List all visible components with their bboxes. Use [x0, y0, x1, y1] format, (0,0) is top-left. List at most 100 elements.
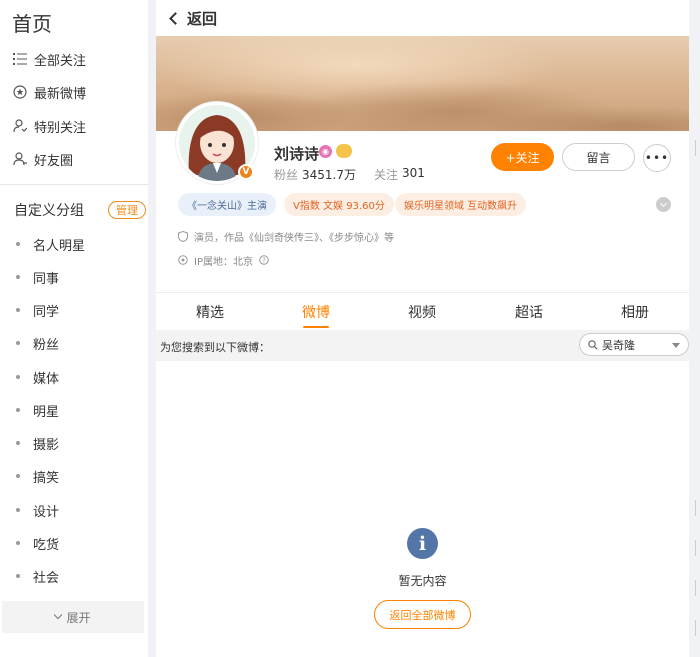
group-item[interactable]: 粉丝 [16, 333, 59, 353]
edge-mark [695, 140, 700, 156]
following-label: 关注 [374, 168, 399, 182]
chevron-down-icon [659, 199, 668, 207]
verified-badge: V [238, 164, 254, 180]
member-icon: ◉ [319, 145, 332, 158]
home-title[interactable]: 首页 [12, 8, 52, 37]
location-icon [178, 255, 188, 265]
group-item[interactable]: 社会 [16, 566, 59, 586]
edge-mark [695, 500, 700, 516]
bullet-dot [16, 441, 20, 445]
chevron-down-icon [54, 610, 63, 620]
tabs-divider [156, 292, 689, 293]
bullet-dot [16, 541, 20, 545]
follow-button[interactable]: +关注 [491, 143, 554, 171]
back-label: 返回 [187, 10, 218, 28]
list-icon [12, 51, 28, 67]
dropdown-arrow-icon[interactable] [672, 343, 680, 348]
followers-label: 粉丝 [274, 168, 299, 182]
bullet-dot [16, 408, 20, 412]
back-button[interactable]: 返回 [168, 8, 217, 29]
edge-mark [695, 580, 700, 596]
tab-videos[interactable]: 视频 [392, 302, 452, 322]
followers-count[interactable]: 3451.7万 [302, 166, 356, 183]
intro-line: 演员，作品《仙剑奇侠传三》、《步步惊心》等 [178, 228, 394, 244]
active-tab-indicator [303, 326, 329, 328]
empty-message: 暂无内容 [398, 574, 447, 588]
group-item[interactable]: 明星 [16, 400, 59, 420]
chevron-left-icon [169, 12, 182, 25]
nav-label: 全部关注 [34, 53, 87, 69]
bullet-dot [16, 375, 20, 379]
ip-location: IP属地：北京 [194, 256, 253, 268]
bullet-dot [16, 242, 20, 246]
group-item[interactable]: 同学 [16, 300, 59, 320]
shield-icon [178, 230, 188, 242]
group-label: 搞笑 [33, 470, 60, 486]
search-input[interactable]: 吴奇隆 [579, 333, 689, 356]
expand-label: 展开 [66, 610, 91, 625]
ip-line: IP属地：北京 ? [178, 252, 269, 268]
profile-stats: 粉丝 3451.7万 关注 301 [274, 166, 439, 183]
manage-groups-button[interactable]: 管理 [108, 201, 146, 219]
bullet-dot [16, 574, 20, 578]
profile-intro: 演员，作品《仙剑奇侠传三》、《步步惊心》等 [194, 232, 394, 244]
group-label: 名人明星 [33, 238, 86, 254]
sidebar: 首页 全部关注 最新微博 特别关注 好友圈 自定义分组 管理 名人明星 同事 同… [0, 0, 148, 657]
bullet-dot [16, 308, 20, 312]
group-label: 媒体 [33, 371, 60, 387]
nav-item-latest[interactable]: 最新微博 [12, 81, 86, 103]
profile-tag[interactable]: V指数 文娱 93.60分 [284, 193, 394, 216]
user-heart-icon [12, 118, 28, 134]
nav-item-all-following[interactable]: 全部关注 [12, 48, 86, 70]
profile-panel: 返回 V 刘诗诗 ◉ 粉丝 3451.7万 关注 301 +关注 留言 ••• … [156, 0, 689, 657]
group-label: 同事 [33, 271, 60, 287]
group-item[interactable]: 媒体 [16, 367, 59, 387]
search-icon [588, 339, 598, 350]
bullet-dot [16, 275, 20, 279]
expand-groups-button[interactable]: 展开 [2, 601, 144, 633]
expand-info-button[interactable] [656, 197, 671, 212]
group-label: 明星 [33, 404, 60, 420]
search-value: 吴奇隆 [602, 338, 635, 352]
nav-label: 最新微博 [34, 86, 87, 102]
back-to-all-weibo-button[interactable]: 返回全部微博 [374, 600, 471, 629]
bullet-dot [16, 341, 20, 345]
group-item[interactable]: 摄影 [16, 433, 59, 453]
group-item[interactable]: 吃货 [16, 533, 59, 553]
tab-album[interactable]: 相册 [605, 302, 665, 322]
group-item[interactable]: 同事 [16, 267, 59, 287]
more-options-button[interactable]: ••• [643, 144, 671, 172]
group-item[interactable]: 设计 [16, 500, 59, 520]
right-edge-strip [689, 0, 700, 657]
tab-featured[interactable]: 精选 [180, 302, 240, 322]
sidebar-divider [0, 184, 148, 185]
group-label: 摄影 [33, 437, 60, 453]
custom-group-title: 自定义分组 [14, 203, 84, 219]
group-label: 粉丝 [33, 337, 60, 353]
fan-badge-icon [336, 144, 352, 158]
bullet-dot [16, 508, 20, 512]
group-label: 设计 [33, 504, 60, 520]
bullet-dot [16, 474, 20, 478]
nav-item-special[interactable]: 特别关注 [12, 115, 86, 137]
help-icon[interactable]: ? [259, 255, 269, 265]
user-friends-icon [12, 151, 28, 167]
nav-label: 特别关注 [34, 120, 87, 136]
group-label: 吃货 [33, 537, 60, 553]
edge-mark [695, 620, 700, 636]
message-button[interactable]: 留言 [562, 143, 635, 171]
group-label: 社会 [33, 570, 60, 586]
profile-tag[interactable]: 《一念关山》主演 [178, 193, 276, 216]
nav-label: 好友圈 [34, 153, 74, 169]
group-item[interactable]: 名人明星 [16, 234, 85, 254]
following-count[interactable]: 301 [402, 166, 425, 183]
svg-text:?: ? [262, 257, 266, 265]
nav-item-friends[interactable]: 好友圈 [12, 148, 73, 170]
profile-tag[interactable]: 娱乐明星领域 互动数飙升 [395, 193, 527, 216]
star-circle-icon [12, 84, 28, 100]
edge-mark [695, 540, 700, 556]
tab-super-topic[interactable]: 超话 [499, 302, 559, 322]
group-item[interactable]: 搞笑 [16, 466, 59, 486]
info-icon: i [407, 528, 438, 559]
tab-weibo[interactable]: 微博 [286, 302, 346, 322]
